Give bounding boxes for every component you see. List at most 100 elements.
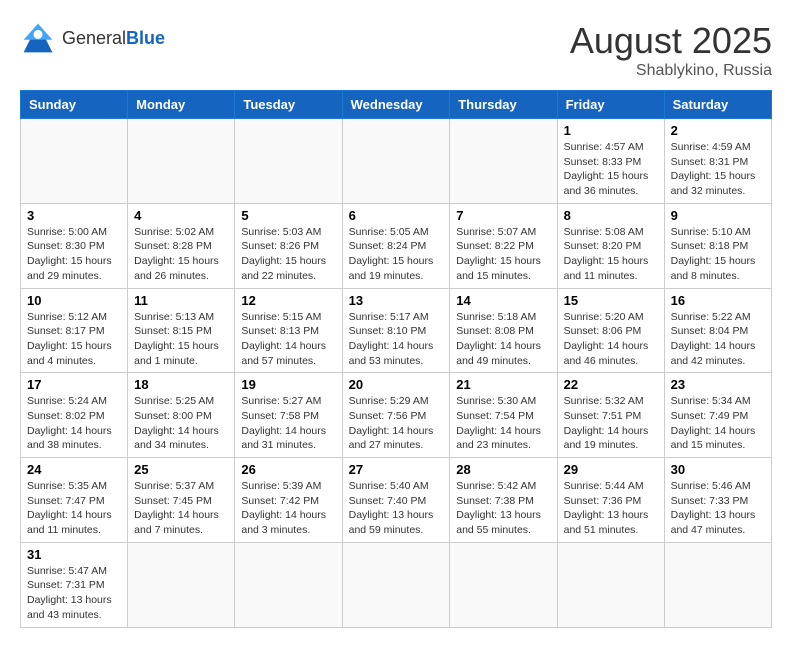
location-title: Shablykino, Russia: [570, 62, 772, 80]
day-info: Sunrise: 5:22 AM Sunset: 8:04 PM Dayligh…: [671, 310, 765, 369]
calendar-cell: 25 Sunrise: 5:37 AM Sunset: 7:45 PM Dayli…: [128, 458, 235, 543]
calendar-cell: [557, 542, 664, 627]
calendar-cell: [128, 119, 235, 204]
day-info: Sunrise: 5:24 AM Sunset: 8:02 PM Dayligh…: [27, 394, 121, 453]
day-info: Sunrise: 5:25 AM Sunset: 8:00 PM Dayligh…: [134, 394, 228, 453]
calendar-cell: [235, 119, 342, 204]
calendar-cell: [235, 542, 342, 627]
day-info: Sunrise: 5:12 AM Sunset: 8:17 PM Dayligh…: [27, 310, 121, 369]
day-info: Sunrise: 5:29 AM Sunset: 7:56 PM Dayligh…: [349, 394, 444, 453]
weekday-header-thursday: Thursday: [450, 91, 557, 119]
day-number: 8: [564, 208, 658, 223]
calendar-cell: 4 Sunrise: 5:02 AM Sunset: 8:28 PM Daylig…: [128, 203, 235, 288]
calendar-cell: [342, 119, 450, 204]
day-info: Sunrise: 5:18 AM Sunset: 8:08 PM Dayligh…: [456, 310, 550, 369]
day-number: 17: [27, 377, 121, 392]
calendar-cell: 12Sunrise: 5:15 AM Sunset: 8:13 PM Dayli…: [235, 288, 342, 373]
calendar-cell: 26Sunrise: 5:39 AM Sunset: 7:42 PM Dayli…: [235, 458, 342, 543]
weekday-header-monday: Monday: [128, 91, 235, 119]
calendar-cell: 2Sunrise: 4:59 AM Sunset: 8:31 PM Daylig…: [664, 119, 771, 204]
day-info: Sunrise: 5:20 AM Sunset: 8:06 PM Dayligh…: [564, 310, 658, 369]
calendar-cell: [342, 542, 450, 627]
calendar-cell: 24Sunrise: 5:35 AM Sunset: 7:47 PM Dayli…: [21, 458, 128, 543]
day-number: 29: [564, 462, 658, 477]
day-info: Sunrise: 5:32 AM Sunset: 7:51 PM Dayligh…: [564, 394, 658, 453]
calendar-cell: 13Sunrise: 5:17 AM Sunset: 8:10 PM Dayli…: [342, 288, 450, 373]
week-row-1: 1 Sunrise: 4:57 AM Sunset: 8:33 PM Daylig…: [21, 119, 772, 204]
calendar-cell: 8Sunrise: 5:08 AM Sunset: 8:20 PM Daylig…: [557, 203, 664, 288]
calendar-cell: 3Sunrise: 5:00 AM Sunset: 8:30 PM Daylig…: [21, 203, 128, 288]
logo: GeneralBlue: [20, 20, 165, 56]
calendar-cell: 21 Sunrise: 5:30 AM Sunset: 7:54 PM Dayli…: [450, 373, 557, 458]
day-number: 30: [671, 462, 765, 477]
month-title: August 2025: [570, 20, 772, 62]
calendar: SundayMondayTuesdayWednesdayThursdayFrid…: [20, 90, 772, 628]
day-info: Sunrise: 5:30 AM Sunset: 7:54 PM Dayligh…: [456, 394, 550, 453]
logo-text: GeneralBlue: [62, 28, 165, 49]
logo-icon: [20, 20, 56, 56]
day-number: 3: [27, 208, 121, 223]
day-number: 6: [349, 208, 444, 223]
title-block: August 2025 Shablykino, Russia: [570, 20, 772, 80]
day-number: 12: [241, 293, 335, 308]
day-info: Sunrise: 5:03 AM Sunset: 8:26 PM Dayligh…: [241, 225, 335, 284]
day-info: Sunrise: 5:34 AM Sunset: 7:49 PM Dayligh…: [671, 394, 765, 453]
calendar-cell: 31Sunrise: 5:47 AM Sunset: 7:31 PM Dayli…: [21, 542, 128, 627]
day-number: 23: [671, 377, 765, 392]
day-number: 7: [456, 208, 550, 223]
calendar-cell: 20 Sunrise: 5:29 AM Sunset: 7:56 PM Dayli…: [342, 373, 450, 458]
calendar-cell: 28Sunrise: 5:42 AM Sunset: 7:38 PM Dayli…: [450, 458, 557, 543]
day-info: Sunrise: 5:40 AM Sunset: 7:40 PM Dayligh…: [349, 479, 444, 538]
calendar-cell: 27Sunrise: 5:40 AM Sunset: 7:40 PM Dayli…: [342, 458, 450, 543]
day-info: Sunrise: 5:07 AM Sunset: 8:22 PM Dayligh…: [456, 225, 550, 284]
week-row-4: 17 Sunrise: 5:24 AM Sunset: 8:02 PM Dayli…: [21, 373, 772, 458]
calendar-cell: 30 Sunrise: 5:46 AM Sunset: 7:33 PM Dayli…: [664, 458, 771, 543]
day-info: Sunrise: 4:59 AM Sunset: 8:31 PM Dayligh…: [671, 140, 765, 199]
day-number: 9: [671, 208, 765, 223]
week-row-5: 24Sunrise: 5:35 AM Sunset: 7:47 PM Dayli…: [21, 458, 772, 543]
day-info: Sunrise: 5:44 AM Sunset: 7:36 PM Dayligh…: [564, 479, 658, 538]
day-number: 16: [671, 293, 765, 308]
calendar-cell: 10Sunrise: 5:12 AM Sunset: 8:17 PM Dayli…: [21, 288, 128, 373]
day-number: 15: [564, 293, 658, 308]
day-info: Sunrise: 5:47 AM Sunset: 7:31 PM Dayligh…: [27, 564, 121, 623]
day-number: 14: [456, 293, 550, 308]
day-number: 4: [134, 208, 228, 223]
day-number: 25: [134, 462, 228, 477]
day-info: Sunrise: 4:57 AM Sunset: 8:33 PM Dayligh…: [564, 140, 658, 199]
calendar-cell: 5Sunrise: 5:03 AM Sunset: 8:26 PM Daylig…: [235, 203, 342, 288]
day-number: 22: [564, 377, 658, 392]
calendar-cell: [128, 542, 235, 627]
calendar-cell: [450, 542, 557, 627]
day-number: 26: [241, 462, 335, 477]
day-info: Sunrise: 5:10 AM Sunset: 8:18 PM Dayligh…: [671, 225, 765, 284]
weekday-header-saturday: Saturday: [664, 91, 771, 119]
week-row-6: 31Sunrise: 5:47 AM Sunset: 7:31 PM Dayli…: [21, 542, 772, 627]
day-number: 28: [456, 462, 550, 477]
day-number: 1: [564, 123, 658, 138]
day-number: 20: [349, 377, 444, 392]
day-number: 18: [134, 377, 228, 392]
logo-blue: Blue: [126, 28, 165, 48]
day-info: Sunrise: 5:02 AM Sunset: 8:28 PM Dayligh…: [134, 225, 228, 284]
weekday-header-sunday: Sunday: [21, 91, 128, 119]
calendar-cell: [21, 119, 128, 204]
day-info: Sunrise: 5:13 AM Sunset: 8:15 PM Dayligh…: [134, 310, 228, 369]
logo-general: General: [62, 28, 126, 48]
calendar-cell: 6Sunrise: 5:05 AM Sunset: 8:24 PM Daylig…: [342, 203, 450, 288]
calendar-cell: 29 Sunrise: 5:44 AM Sunset: 7:36 PM Dayli…: [557, 458, 664, 543]
day-number: 13: [349, 293, 444, 308]
day-info: Sunrise: 5:46 AM Sunset: 7:33 PM Dayligh…: [671, 479, 765, 538]
day-info: Sunrise: 5:37 AM Sunset: 7:45 PM Dayligh…: [134, 479, 228, 538]
calendar-cell: 18 Sunrise: 5:25 AM Sunset: 8:00 PM Dayli…: [128, 373, 235, 458]
day-number: 21: [456, 377, 550, 392]
calendar-cell: 17 Sunrise: 5:24 AM Sunset: 8:02 PM Dayli…: [21, 373, 128, 458]
week-row-2: 3Sunrise: 5:00 AM Sunset: 8:30 PM Daylig…: [21, 203, 772, 288]
day-number: 11: [134, 293, 228, 308]
calendar-cell: [450, 119, 557, 204]
calendar-cell: 1 Sunrise: 4:57 AM Sunset: 8:33 PM Daylig…: [557, 119, 664, 204]
calendar-cell: 14 Sunrise: 5:18 AM Sunset: 8:08 PM Dayli…: [450, 288, 557, 373]
calendar-cell: 22 Sunrise: 5:32 AM Sunset: 7:51 PM Dayli…: [557, 373, 664, 458]
calendar-cell: 7 Sunrise: 5:07 AM Sunset: 8:22 PM Daylig…: [450, 203, 557, 288]
calendar-cell: 23 Sunrise: 5:34 AM Sunset: 7:49 PM Dayli…: [664, 373, 771, 458]
